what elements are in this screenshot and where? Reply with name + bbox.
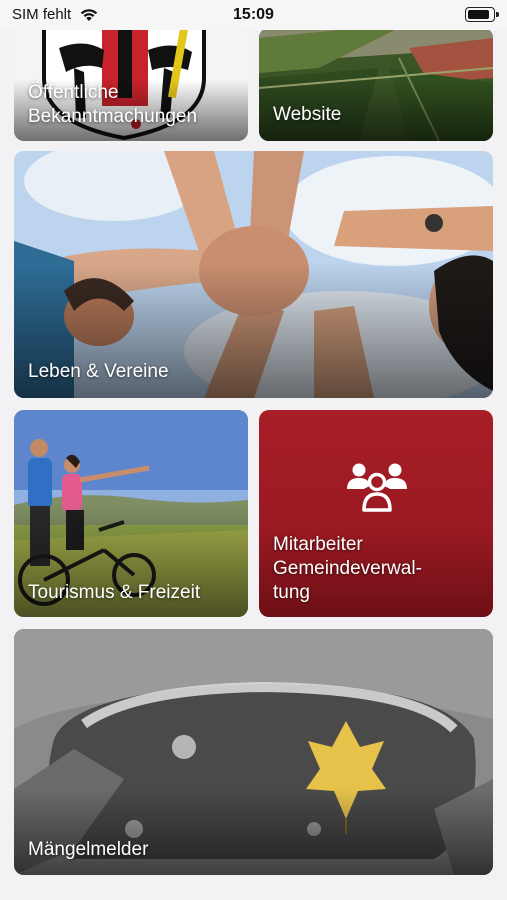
tile-maengelmelder[interactable]: Mängelmelder [14,629,493,875]
tile-mitarbeiter-gemeindeverwaltung[interactable]: Mitarbeiter Gemeindeverwal- tung [259,410,493,617]
tile-label: Website [273,104,342,125]
tile-label: Leben & Vereine [28,361,169,382]
tile-label: Öffentliche Bekanntmachungen [28,82,198,127]
tile-leben-und-vereine[interactable]: Leben & Vereine [14,151,493,398]
tile-tourismus-und-freizeit[interactable]: Tourismus & Freizeit [14,410,248,617]
tile-label: Mängelmelder [28,839,149,860]
team-icon [347,463,407,512]
tile-oeffentliche-bekanntmachungen[interactable]: Öffentliche Bekanntmachungen [14,28,248,141]
status-bar: SIM fehlt 15:09 [0,0,507,30]
battery-icon [465,7,499,22]
tile-website[interactable]: Website [259,28,493,141]
clock: 15:09 [233,6,274,23]
tile-label: Tourismus & Freizeit [28,582,201,603]
tile-label: Mitarbeiter Gemeindeverwal- tung [273,534,422,603]
